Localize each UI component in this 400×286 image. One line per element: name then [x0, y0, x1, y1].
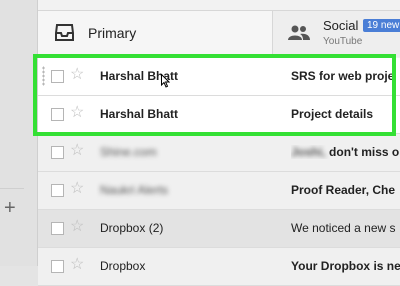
star-icon[interactable]: ☆: [70, 218, 84, 236]
email-row[interactable]: ☆ Dropbox Your Dropbox is ne: [38, 248, 400, 286]
email-sender: Shine.com: [100, 145, 157, 159]
tab-social[interactable]: Social 19 new YouTube: [273, 11, 400, 57]
star-icon[interactable]: ☆: [70, 256, 84, 274]
email-subject: SRS for web proje: [291, 69, 395, 83]
select-checkbox[interactable]: [51, 222, 64, 235]
email-row[interactable]: ☆ Harshal Bhatt SRS for web proje: [38, 58, 400, 96]
new-count-badge: 19 new: [363, 19, 400, 32]
email-row[interactable]: ☆ Harshal Bhatt Project details: [38, 96, 400, 134]
select-checkbox[interactable]: [51, 70, 64, 83]
email-subject: Project details: [291, 107, 374, 121]
email-subject: Your Dropbox is ne: [291, 259, 400, 273]
tab-primary[interactable]: Primary: [38, 11, 273, 57]
email-sender: Naukri Alerts: [100, 183, 169, 197]
email-subject: We noticed a new s: [291, 221, 396, 235]
tab-primary-label: Primary: [88, 25, 137, 41]
select-checkbox[interactable]: [51, 108, 64, 121]
drag-handle-icon[interactable]: [42, 66, 45, 86]
email-row[interactable]: ☆ Naukri Alerts Proof Reader, Che: [38, 172, 400, 210]
email-subject-prefix: Joshi,: [291, 145, 326, 159]
email-subject: Joshi, don't miss o: [291, 145, 400, 159]
inbox-panel: Primary Social 19 new YouTube ☆ Harshal …: [37, 0, 400, 286]
select-checkbox[interactable]: [51, 260, 64, 273]
mouse-cursor-icon: [161, 74, 170, 88]
email-sender: Dropbox (2): [100, 221, 164, 235]
left-navigation-strip: +: [0, 0, 37, 266]
star-icon[interactable]: ☆: [70, 104, 84, 122]
email-sender: Harshal Bhatt: [100, 107, 179, 121]
star-icon[interactable]: ☆: [70, 180, 84, 198]
inbox-icon: [55, 24, 74, 41]
email-row[interactable]: ☆ Dropbox (2) We noticed a new s: [38, 210, 400, 248]
select-checkbox[interactable]: [51, 146, 64, 159]
email-subject: Proof Reader, Che: [291, 183, 396, 197]
star-icon[interactable]: ☆: [70, 66, 84, 84]
email-subject-text: don't miss o: [329, 145, 400, 159]
add-icon[interactable]: +: [4, 198, 16, 218]
star-icon[interactable]: ☆: [70, 142, 84, 160]
select-checkbox[interactable]: [51, 184, 64, 197]
inbox-tabs: Primary Social 19 new YouTube: [38, 10, 400, 57]
people-icon: [288, 25, 310, 40]
nav-divider: [0, 188, 24, 189]
tab-social-subtitle: YouTube: [323, 36, 363, 47]
tab-social-label: Social: [323, 18, 359, 33]
email-sender: Dropbox: [100, 259, 146, 273]
email-row[interactable]: ☆ Shine.com Joshi, don't miss o: [38, 134, 400, 172]
email-list: ☆ Harshal Bhatt SRS for web proje ☆ Hars…: [38, 58, 400, 286]
